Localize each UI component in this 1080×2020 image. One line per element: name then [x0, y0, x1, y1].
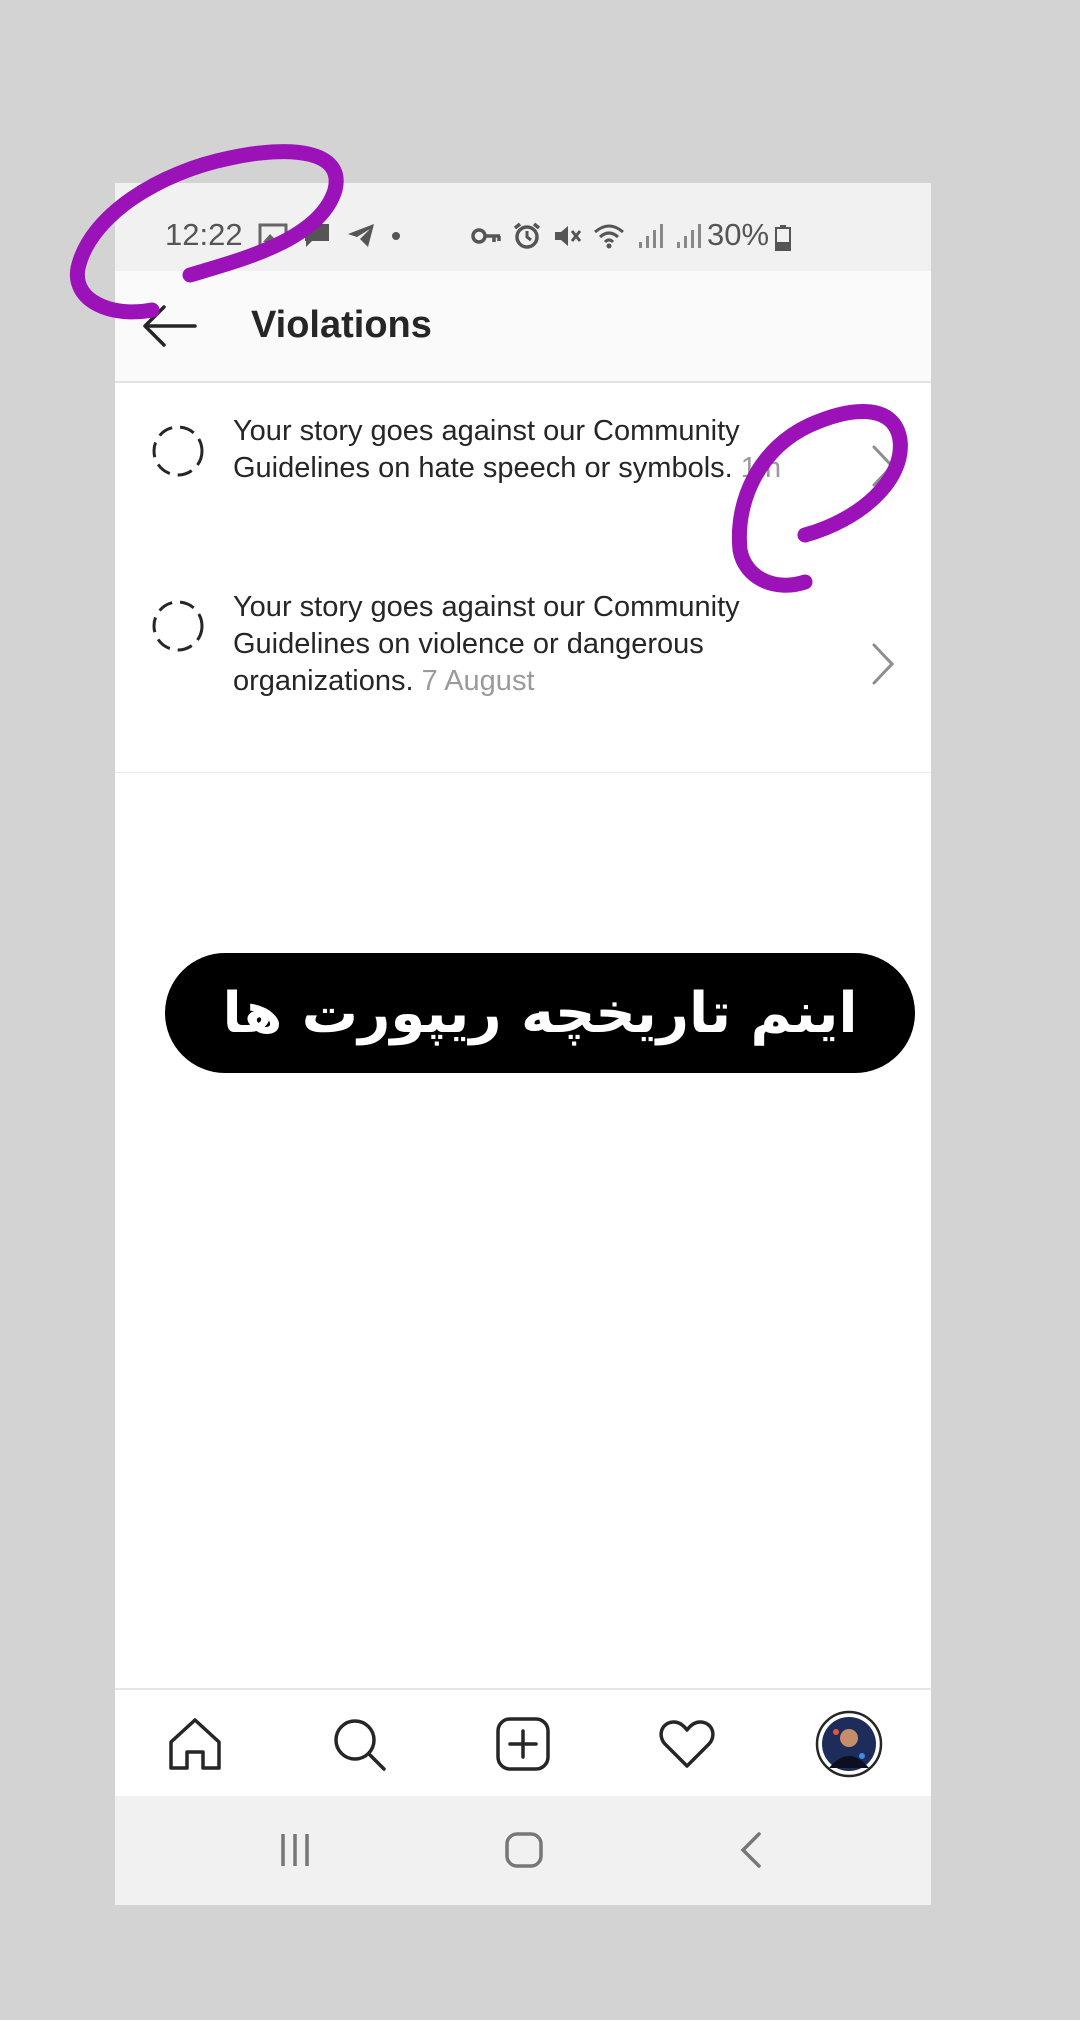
violation-time: 1 h — [740, 452, 782, 484]
violation-row[interactable]: Your story goes against our Community Gu… — [115, 557, 931, 773]
bottom-nav — [115, 1688, 931, 1798]
violation-time: 7 August — [421, 665, 535, 697]
battery-percentage: 30% — [707, 217, 770, 252]
battery-icon — [775, 225, 791, 251]
notification-icons — [258, 221, 402, 249]
dashed-circle-icon — [152, 425, 204, 477]
new-post-icon[interactable] — [493, 1714, 553, 1774]
violation-row[interactable]: Your story goes against our Community Gu… — [115, 383, 931, 558]
profile-avatar[interactable] — [815, 1710, 883, 1778]
message-icon — [305, 224, 329, 247]
status-bar: 12:22 30% — [115, 183, 931, 271]
chevron-right-icon — [872, 643, 895, 685]
home-icon[interactable] — [165, 1714, 225, 1774]
caption-banner: اینم تاریخچه ریپورت ها — [165, 953, 915, 1073]
recent-apps-icon[interactable] — [277, 1828, 313, 1872]
system-nav-bar — [115, 1796, 931, 1905]
search-icon[interactable] — [329, 1714, 389, 1774]
system-icons — [470, 221, 702, 251]
signal-icon — [639, 224, 663, 248]
caption-text: اینم تاریخچه ریپورت ها — [222, 980, 858, 1046]
mute-icon — [555, 226, 582, 246]
status-time: 12:22 — [165, 217, 243, 252]
alarm-icon — [513, 222, 541, 249]
gallery-icon — [258, 223, 288, 247]
page-title: Violations — [251, 304, 432, 346]
phone-screen: 12:22 30% Violations Your story goes aga… — [115, 183, 931, 1905]
violation-text: Your story goes against our Community Gu… — [233, 589, 803, 700]
back-arrow-icon[interactable] — [140, 301, 200, 351]
dashed-circle-icon — [152, 600, 204, 652]
home-button-icon[interactable] — [503, 1828, 545, 1872]
dot-icon — [392, 232, 400, 240]
telegram-icon — [348, 224, 374, 247]
chevron-right-icon — [872, 445, 895, 487]
back-icon[interactable] — [735, 1828, 765, 1872]
wifi-icon — [594, 224, 624, 249]
activity-heart-icon[interactable] — [657, 1714, 717, 1774]
violation-message: Your story goes against our Community Gu… — [233, 415, 740, 484]
violation-text: Your story goes against our Community Gu… — [233, 413, 803, 487]
vpn-key-icon — [471, 228, 501, 244]
app-header: Violations — [115, 271, 931, 383]
signal-icon — [677, 224, 701, 248]
